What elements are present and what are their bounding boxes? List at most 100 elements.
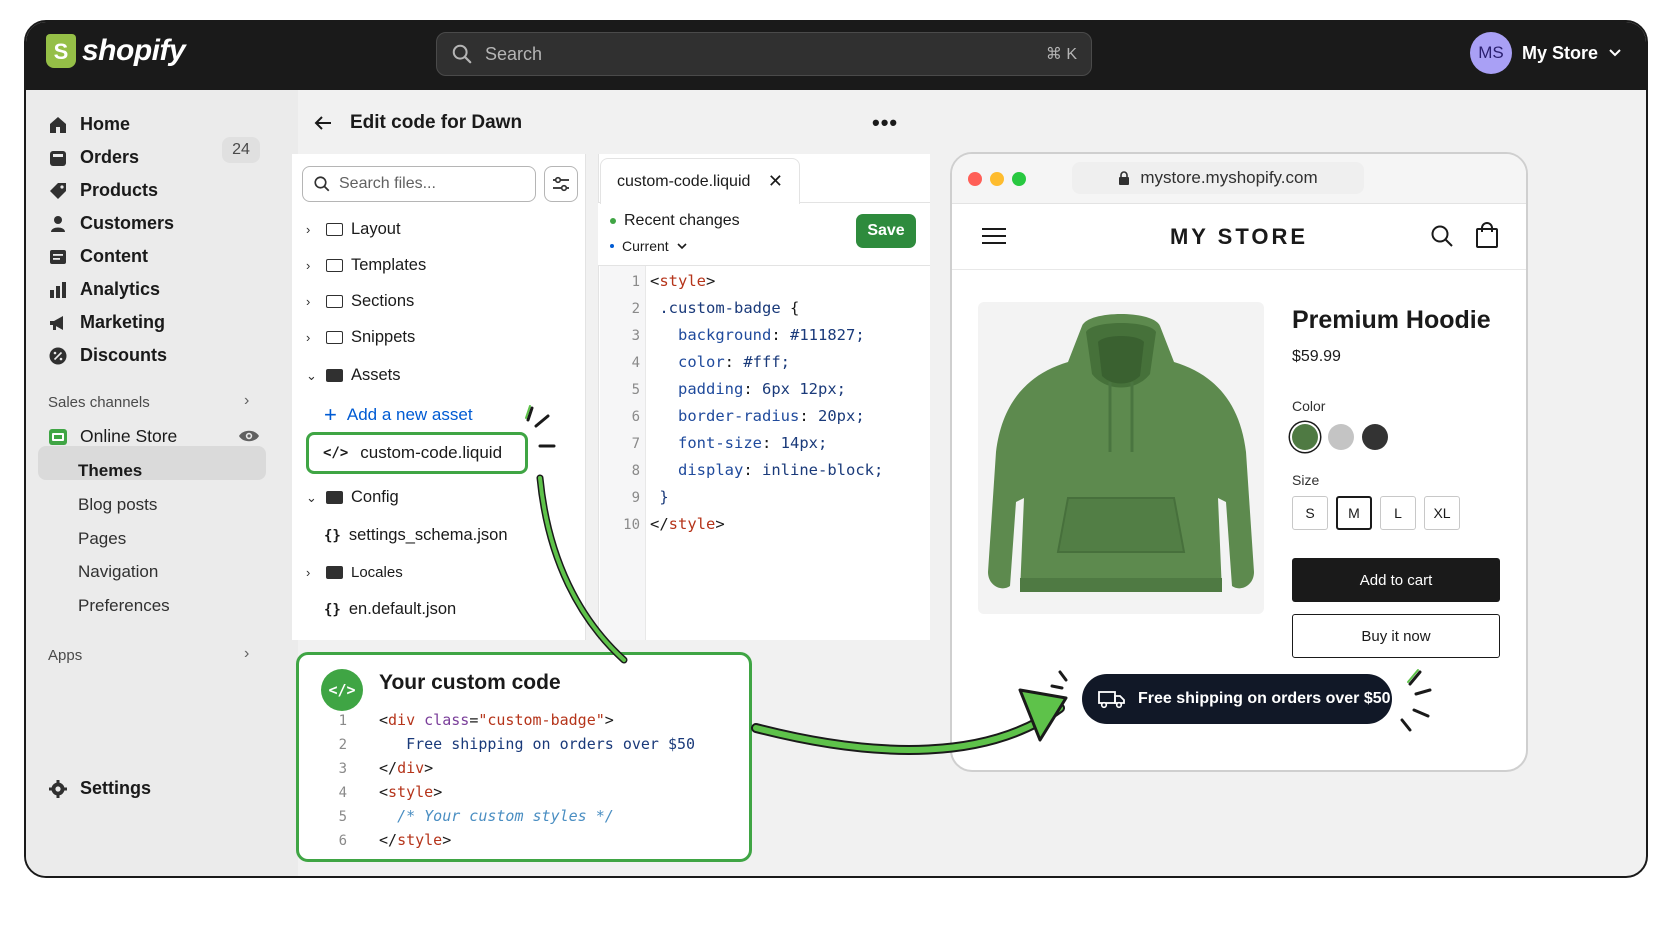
close-icon[interactable]: ✕ [768,171,783,192]
sidebar-item-label: Home [80,114,131,134]
folder-label: Config [351,488,399,506]
avatar: MS [1469,32,1512,74]
active-file-label: custom-code.liquid [360,443,503,462]
callout-code-line: </div> [379,759,434,777]
maximize-window-dot[interactable] [1012,172,1026,186]
sidebar-item-settings[interactable]: Settings [48,778,151,799]
current-label: Current [622,238,669,254]
callout-code-line: Free shipping on orders over $50 [379,735,696,753]
search-shortcut: ⌘ K [1045,46,1077,63]
line-number: 9 [631,490,640,506]
folder-snippets[interactable]: › Snippets [306,328,415,347]
size-option-xl[interactable]: XL [1424,496,1460,530]
sidebar-item-label: Orders [80,147,140,167]
add-asset-link[interactable]: + Add a new asset [324,404,473,426]
close-window-dot[interactable] [968,172,982,186]
shopify-logo[interactable]: S shopify [46,34,186,68]
tab-custom-code[interactable]: custom-code.liquid ✕ [600,158,800,204]
folder-assets[interactable]: ⌄ Assets [306,366,401,385]
back-arrow-icon[interactable] [314,115,332,131]
json-icon: {} [324,527,341,544]
save-button[interactable]: Save [856,214,916,248]
add-to-cart-button[interactable]: Add to cart [1292,558,1500,602]
line-number: 10 [623,517,640,533]
code-line[interactable]: border-radius: 20px; [650,407,865,425]
filter-button[interactable] [544,166,578,202]
tab-label: custom-code.liquid [617,172,751,190]
code-line[interactable]: color: #fff; [650,353,790,371]
global-search[interactable]: Search ⌘ K [436,32,1092,76]
sidebar-subitem-blog-posts[interactable]: Blog posts [78,495,157,515]
address-bar[interactable]: mystore.myshopify.com [1072,162,1364,194]
discount-icon [49,347,67,364]
sidebar-item-home[interactable]: Home [48,114,130,135]
callout-code-line: </style> [379,831,452,849]
line-number: 7 [631,436,640,452]
folder-sections[interactable]: › Sections [306,292,414,311]
orders-icon [50,150,66,166]
store-title[interactable]: MY STORE [952,224,1526,250]
sidebar-subitem-navigation[interactable]: Navigation [78,562,158,582]
sidebar-item-online-store[interactable]: Online Store [48,426,177,447]
sidebar-item-discounts[interactable]: Discounts [48,345,167,366]
active-file-item[interactable]: </> custom-code.liquid [306,432,528,474]
shopify-bag-icon: S [46,34,76,68]
version-select[interactable]: Current [610,238,687,254]
sidebar-subitem-preferences[interactable]: Preferences [78,596,170,616]
file-settings-schema[interactable]: {} settings_schema.json [324,526,508,545]
sidebar-subitem-pages[interactable]: Pages [78,529,126,549]
file-label: en.default.json [348,600,457,618]
folder-templates[interactable]: › Templates [306,256,426,275]
file-en-default[interactable]: {} en.default.json [324,600,456,619]
sidebar-item-content[interactable]: Content [48,246,148,267]
file-search-input[interactable]: Search files... [302,166,536,202]
storefront-preview: mystore.myshopify.com MY STORE Premium H… [950,152,1528,772]
buy-now-button[interactable]: Buy it now [1292,614,1500,658]
sidebar-item-analytics[interactable]: Analytics [48,279,160,300]
sidebar-item-marketing[interactable]: Marketing [48,312,165,333]
sidebar-item-label: Settings [80,778,152,798]
code-line[interactable]: </style> [650,515,725,533]
folder-icon [326,295,343,308]
sidebar-item-orders[interactable]: Orders [48,147,139,168]
person-icon [51,215,65,232]
size-option-s[interactable]: S [1292,496,1328,530]
color-swatch-black[interactable] [1362,424,1388,450]
folder-config[interactable]: ⌄ Config [306,488,399,507]
code-line[interactable]: font-size: 14px; [650,434,827,452]
account-menu[interactable]: MS My Store [1469,32,1622,74]
product-image[interactable] [978,302,1264,614]
content-icon [50,249,66,264]
code-line[interactable]: <style> [650,272,715,290]
code-line[interactable]: padding: 6px 12px; [650,380,846,398]
chevron-right-icon[interactable]: › [244,645,249,663]
sliders-icon [553,176,569,192]
eye-icon[interactable] [238,428,260,444]
more-actions-icon[interactable]: ••• [872,110,898,136]
sidebar-subitem-themes[interactable]: Themes [78,461,142,481]
line-number: 6 [338,833,347,849]
recent-changes[interactable]: Recent changes [610,212,740,230]
folder-label: Assets [351,366,401,384]
code-line[interactable]: display: inline-block; [650,461,883,479]
minimize-window-dot[interactable] [990,172,1004,186]
admin-window: S shopify Search ⌘ K MS My Store Home Or… [24,20,1648,878]
color-swatch-grey[interactable] [1328,424,1354,450]
code-line[interactable]: background: #111827; [650,326,865,344]
search-icon [452,44,472,64]
code-line[interactable]: } [650,488,668,506]
sidebar-item-customers[interactable]: Customers [48,213,174,234]
line-number: 4 [338,785,347,801]
size-option-l[interactable]: L [1380,496,1416,530]
code-line[interactable]: .custom-badge { [650,299,799,317]
apps-heading[interactable]: Apps [48,647,82,664]
sidebar-item-products[interactable]: Products [48,180,158,201]
orders-count-badge: 24 [222,137,260,163]
folder-locales[interactable]: › Locales [306,564,403,581]
chevron-right-icon[interactable]: › [244,392,249,410]
folder-layout[interactable]: › Layout [306,220,401,239]
sales-channels-heading[interactable]: Sales channels [48,394,150,411]
color-swatch-green[interactable] [1292,424,1318,450]
chevron-right-icon: › [306,258,311,273]
size-option-m[interactable]: M [1336,496,1372,530]
